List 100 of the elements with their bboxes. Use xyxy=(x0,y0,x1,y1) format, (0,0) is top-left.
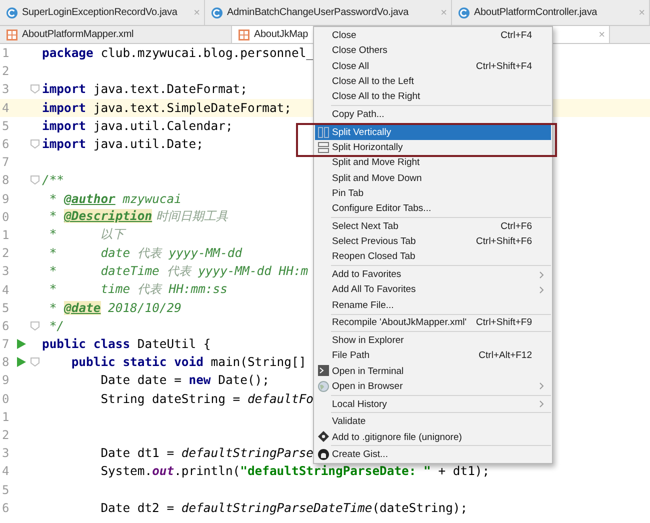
code-line: System.out.println("defaultStringParseDate: " + dt1); xyxy=(100,464,490,478)
menu-item[interactable]: Select Previous Tab Ctrl+Shift+F6 xyxy=(315,234,551,250)
split-vertical-icon xyxy=(318,126,329,138)
menu-item[interactable]: Select Next Tab Ctrl+F6 xyxy=(315,218,551,234)
code-line: * @author mzywucai xyxy=(48,192,182,206)
menu-item[interactable]: Create Gist... xyxy=(315,447,551,462)
fold-icon[interactable] xyxy=(30,84,40,94)
code-line: * time 代表 HH:mm:ss xyxy=(48,281,228,298)
line-number: 4 xyxy=(1,100,10,115)
xml-file-icon xyxy=(238,28,250,40)
shortcut-label: Ctrl+Shift+F4 xyxy=(476,60,532,72)
line-number: 2 xyxy=(1,64,10,78)
menu-item[interactable]: Split and Move Down xyxy=(315,170,551,186)
class-file-icon xyxy=(211,6,223,18)
menu-item[interactable]: Split Horizontally xyxy=(315,140,551,156)
shortcut-label: Ctrl+Shift+F6 xyxy=(476,236,532,248)
menu-item[interactable]: Add to Favorites xyxy=(315,266,551,282)
line-number: 0 xyxy=(1,210,10,224)
menu-item[interactable]: Pin Tab xyxy=(315,186,551,202)
line-number: 7 xyxy=(1,155,10,170)
line-number: 1 xyxy=(1,228,10,242)
code-line: Date dt2 = defaultStringParseDateTime(dateString); xyxy=(100,500,468,515)
run-icon[interactable] xyxy=(17,339,26,349)
line-number: 5 xyxy=(1,482,10,497)
line-number: 6 xyxy=(1,137,10,152)
line-number: 9 xyxy=(1,373,10,388)
code-line: * @date 2018/10/29 xyxy=(48,300,182,315)
menu-item[interactable]: Rename File... xyxy=(315,298,551,313)
diamond-icon xyxy=(318,431,329,442)
class-file-icon xyxy=(458,6,470,18)
menu-item[interactable]: Close All to the Right xyxy=(315,89,551,104)
line-number: 0 xyxy=(1,392,10,406)
xml-file-icon xyxy=(6,28,18,40)
line-number: 7 xyxy=(1,337,10,352)
menu-item[interactable]: Close All Ctrl+Shift+F4 xyxy=(315,58,551,74)
line-number: 2 xyxy=(1,246,10,260)
menu-item[interactable]: Reopen Closed Tab xyxy=(315,249,551,265)
menu-item[interactable]: Close Others xyxy=(315,43,551,59)
line-number: 6 xyxy=(1,500,10,515)
code-line: public static void main(String[] xyxy=(70,355,306,370)
code-line: String dateString = defaultFo xyxy=(100,392,314,406)
code-line: * 以下 xyxy=(48,226,125,244)
code-line: import java.text.DateFormat; xyxy=(42,82,248,96)
code-line: import java.util.Calendar; xyxy=(42,118,233,133)
line-number: 5 xyxy=(1,118,10,133)
line-number: 4 xyxy=(1,282,10,297)
line-number: 8 xyxy=(1,173,10,188)
run-icon[interactable] xyxy=(17,357,26,368)
line-number: 3 xyxy=(1,82,10,96)
fold-icon[interactable] xyxy=(30,175,40,186)
code-line: /** xyxy=(42,173,64,188)
line-number: 1 xyxy=(1,46,10,60)
line-number: 8 xyxy=(1,355,10,370)
menu-item[interactable]: Open in Terminal xyxy=(315,363,551,379)
line-number: 5 xyxy=(1,300,10,315)
menu-item[interactable]: Recompile 'AboutJkMapper.xml' Ctrl+Shift+F9 xyxy=(315,315,551,331)
menu-item[interactable]: Show in Explorer xyxy=(315,332,551,348)
menu-item[interactable]: Local History xyxy=(315,396,551,412)
code-line: Date dt1 = defaultStringParse xyxy=(100,446,314,460)
fold-icon[interactable] xyxy=(30,138,40,149)
line-number: 6 xyxy=(1,318,10,333)
menu-item[interactable]: Add All To Favorites xyxy=(315,282,551,298)
line-number: 3 xyxy=(1,264,10,278)
line-number: 9 xyxy=(1,192,10,206)
code-line: public class DateUtil { xyxy=(42,337,211,352)
editor-tab[interactable]: AdminBatchChangeUserPasswordVo.java × xyxy=(205,0,452,25)
code-line: * date 代表 yyyy-MM-dd xyxy=(48,244,242,262)
menu-item[interactable]: Open in Browser xyxy=(315,378,551,394)
menu-item[interactable]: File Path Ctrl+Alt+F12 xyxy=(315,348,551,364)
code-line: * @Description 时间日期工具 xyxy=(48,208,228,226)
split-horizontal-icon xyxy=(318,142,329,153)
shortcut-label: Ctrl+F4 xyxy=(500,30,532,42)
editor-tab[interactable]: SuperLoginExceptionRecordVo.java × xyxy=(0,0,205,25)
code-line: Date date = new Date(); xyxy=(100,373,270,388)
fold-icon[interactable] xyxy=(30,320,40,331)
line-number: 1 xyxy=(1,410,10,424)
code-line: import java.text.SimpleDateFormat; xyxy=(42,100,292,115)
globe-icon xyxy=(318,380,329,392)
menu-item[interactable]: Copy Path... xyxy=(315,106,551,122)
fold-icon[interactable] xyxy=(30,357,40,368)
menu-item[interactable]: Validate xyxy=(315,414,551,430)
shortcut-label: Ctrl+F6 xyxy=(500,220,532,232)
menu-item[interactable]: Configure Editor Tabs... xyxy=(315,201,551,216)
line-number: 4 xyxy=(1,464,10,478)
line-number: 3 xyxy=(1,446,10,460)
code-line: * dateTime 代表 yyyy-MM-dd HH:m xyxy=(48,262,308,280)
menu-item[interactable]: Close All to the Left xyxy=(315,74,551,90)
menu-item[interactable]: Split and Move Right xyxy=(315,155,551,170)
menu-item[interactable]: Split Vertically xyxy=(315,124,551,140)
shortcut-label: Ctrl+Alt+F12 xyxy=(478,350,532,362)
menu-item[interactable]: Add to .gitignore file (unignore) xyxy=(315,429,551,445)
class-file-icon xyxy=(6,6,18,18)
menu-item[interactable]: Close Ctrl+F4 xyxy=(315,28,551,44)
shortcut-label: Ctrl+Shift+F9 xyxy=(476,317,532,328)
code-line: */ xyxy=(48,318,64,333)
terminal-icon xyxy=(318,365,329,376)
code-line: import java.util.Date; xyxy=(42,137,204,152)
code-line: package club.mzywucai.blog.personnel_ xyxy=(42,46,314,60)
editor-tab[interactable]: AboutPlatformController.java × xyxy=(452,0,650,25)
line-number: 2 xyxy=(1,428,10,442)
